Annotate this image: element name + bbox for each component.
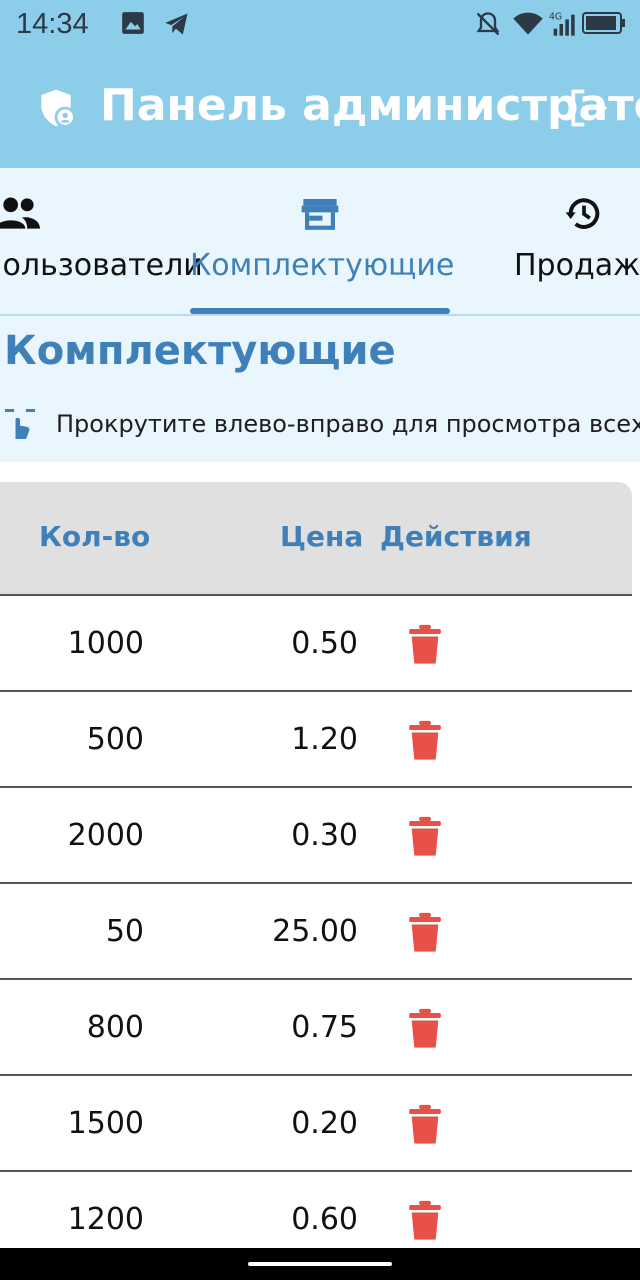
cell-qty: 1000 (67, 626, 144, 661)
wifi-icon (513, 12, 543, 35)
table-header: Кол-во Цена Действия (0, 482, 632, 596)
parts-table[interactable]: Кол-во Цена Действия 1000 0.50 500 1.20 2000… (0, 482, 632, 1248)
delete-button[interactable] (408, 1200, 442, 1240)
cell-price: 0.20 (291, 1106, 358, 1141)
app-bar: Панель администратора (0, 50, 640, 168)
cell-price: 0.30 (291, 818, 358, 853)
column-header-actions: Действия (380, 520, 532, 553)
mute-icon (476, 12, 500, 36)
history-icon (565, 198, 600, 229)
table-row: 1000 0.50 (0, 596, 632, 692)
swipe-hint-icon (5, 409, 35, 439)
trash-icon (409, 1104, 441, 1144)
admin-shield-icon (41, 89, 76, 128)
section-header: Комплектующие Прокрутите влево-вправо дл… (0, 316, 640, 462)
table-row: 800 0.75 (0, 980, 632, 1076)
battery-icon (582, 12, 625, 34)
delete-button[interactable] (408, 1104, 442, 1144)
image-icon (122, 12, 144, 34)
cell-price: 0.75 (291, 1010, 358, 1045)
page-title: Комплектующие (4, 328, 396, 374)
delete-button[interactable] (408, 1008, 442, 1048)
tab-bar: Пользователи Комплектующие Продажи (0, 168, 640, 316)
tab-sales-label: Продажи (514, 248, 640, 283)
delete-button[interactable] (408, 816, 442, 856)
telegram-icon (165, 13, 188, 35)
cell-qty: 800 (86, 1010, 144, 1045)
cell-qty: 500 (86, 722, 144, 757)
system-nav-bar (0, 1248, 640, 1280)
signal-4g-icon: 4G (549, 11, 575, 36)
svg-text:4G: 4G (549, 11, 562, 22)
cell-qty: 1500 (67, 1106, 144, 1141)
status-bar: 14:34 4G (0, 0, 640, 50)
column-header-price: Цена (280, 520, 364, 553)
cell-qty: 50 (105, 914, 144, 949)
table-row: 1500 0.20 (0, 1076, 632, 1172)
scroll-hint: Прокрутите влево-вправо для просмотра вс… (56, 410, 640, 438)
trash-icon (409, 816, 441, 856)
tab-sales[interactable]: Продажи (0, 168, 640, 314)
delete-button[interactable] (408, 624, 442, 664)
delete-button[interactable] (408, 912, 442, 952)
table-row: 500 1.20 (0, 692, 632, 788)
app-title: Панель администратора (100, 80, 640, 131)
table-row: 50 25.00 (0, 884, 632, 980)
cell-price: 0.60 (291, 1202, 358, 1237)
cell-qty: 1200 (67, 1202, 144, 1237)
trash-icon (409, 912, 441, 952)
column-header-qty: Кол-во (39, 520, 151, 553)
home-gesture-handle[interactable] (248, 1262, 392, 1266)
trash-icon (409, 1200, 441, 1240)
trash-icon (409, 1008, 441, 1048)
status-time: 14:34 (16, 8, 89, 40)
cell-price: 1.20 (291, 722, 358, 757)
table-row: 2000 0.30 (0, 788, 632, 884)
table-row: 1200 0.60 (0, 1172, 632, 1248)
trash-icon (409, 624, 441, 664)
cell-price: 0.50 (291, 626, 358, 661)
cell-price: 25.00 (272, 914, 358, 949)
tab-active-indicator (190, 308, 450, 314)
trash-icon (409, 720, 441, 760)
cell-qty: 2000 (67, 818, 144, 853)
logout-icon[interactable] (566, 86, 610, 130)
delete-button[interactable] (408, 720, 442, 760)
